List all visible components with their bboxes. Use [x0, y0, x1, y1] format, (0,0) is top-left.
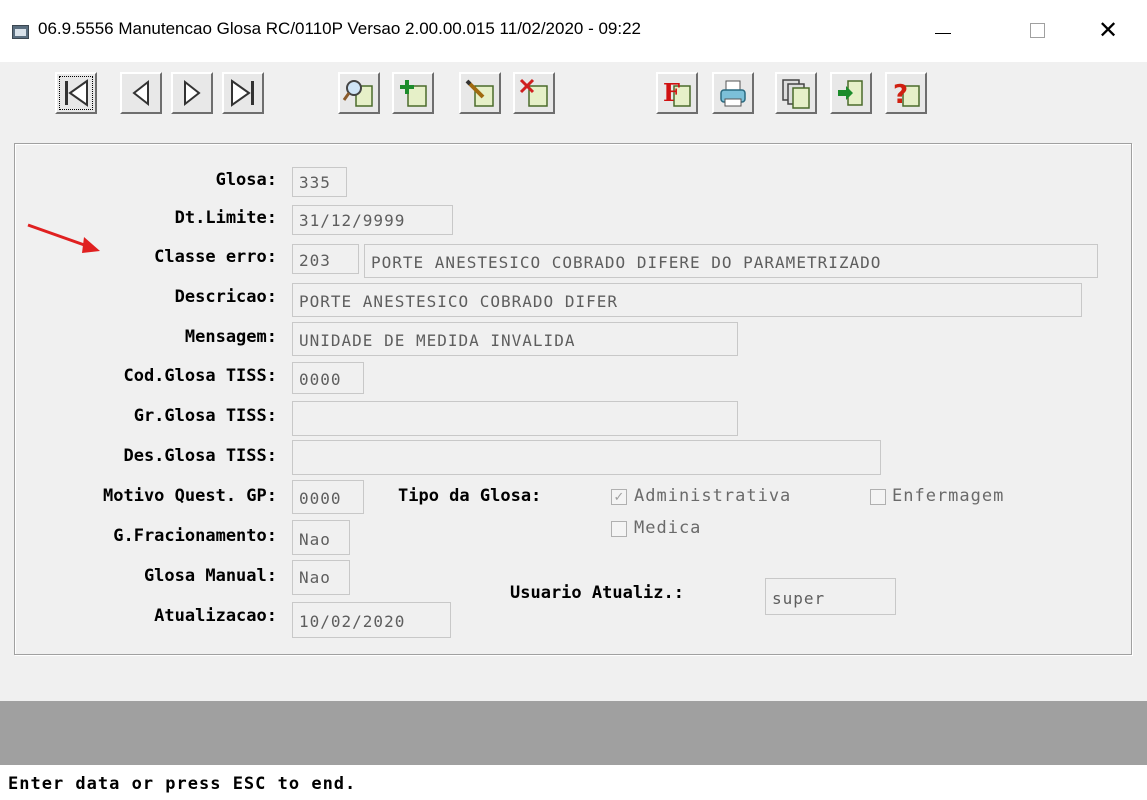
atualizacao-field[interactable]: 10/02/2020 — [292, 602, 451, 638]
search-button[interactable] — [338, 72, 380, 114]
medica-label: Medica — [634, 518, 702, 538]
dt-limite-label: Dt.Limite: — [174, 208, 277, 228]
medica-checkbox[interactable] — [611, 521, 627, 537]
classe-erro-code-field[interactable]: 203 — [292, 244, 359, 274]
usuario-atualiz-label: Usuario Atualiz.: — [510, 583, 684, 603]
cod-glosa-tiss-field[interactable]: 0000 — [292, 362, 364, 394]
motivo-quest-gp-field[interactable]: 0000 — [292, 480, 364, 514]
add-button[interactable] — [392, 72, 434, 114]
last-record-button[interactable] — [222, 72, 264, 114]
close-icon: ✕ — [1097, 16, 1119, 44]
glosa-field[interactable]: 335 — [292, 167, 347, 197]
delete-button[interactable] — [513, 72, 555, 114]
glosa-manual-label: Glosa Manual: — [143, 566, 277, 586]
exit-icon — [838, 80, 863, 106]
maximize-icon — [1029, 22, 1045, 38]
first-record-button[interactable] — [55, 72, 97, 114]
edit-button[interactable] — [459, 72, 501, 114]
filter-button[interactable]: F — [656, 72, 698, 114]
delete-icon — [519, 78, 548, 107]
edit-icon — [465, 79, 494, 107]
magnifier-icon — [342, 80, 373, 107]
toolbar: F ? — [0, 62, 1147, 134]
administrativa-checkbox[interactable]: ✓ — [611, 489, 627, 505]
last-icon — [231, 79, 254, 107]
glosa-label: Glosa: — [215, 170, 277, 190]
cod-glosa-tiss-label: Cod.Glosa TISS: — [123, 366, 277, 386]
mensagem-field[interactable]: UNIDADE DE MEDIDA INVALIDA — [292, 322, 738, 356]
copy-button[interactable] — [775, 72, 817, 114]
previous-record-button[interactable] — [120, 72, 162, 114]
help-icon: ? — [893, 80, 920, 110]
previous-icon — [132, 79, 149, 107]
checkmark-icon: ✓ — [613, 489, 625, 505]
add-icon — [400, 80, 427, 107]
message-area — [0, 701, 1147, 765]
status-message: Enter data or press ESC to end. — [8, 774, 357, 794]
first-icon — [65, 79, 88, 107]
copy-icon — [782, 79, 810, 109]
g-fracionamento-label: G.Fracionamento: — [113, 526, 277, 546]
enfermagem-label: Enfermagem — [892, 486, 1005, 506]
red-arrow-icon — [27, 223, 100, 253]
administrativa-label: Administrativa — [634, 486, 792, 506]
gr-glosa-tiss-field[interactable] — [292, 401, 738, 436]
glosa-manual-field[interactable]: Nao — [292, 560, 350, 595]
help-button[interactable]: ? — [885, 72, 927, 114]
tipo-glosa-label: Tipo da Glosa: — [398, 486, 542, 506]
next-record-button[interactable] — [171, 72, 213, 114]
next-icon — [184, 79, 201, 107]
descricao-label: Descricao: — [174, 287, 277, 307]
usuario-atualiz-field[interactable]: super — [765, 578, 896, 615]
minimize-icon — [935, 32, 951, 34]
gr-glosa-tiss-label: Gr.Glosa TISS: — [133, 406, 277, 426]
svg-text:?: ? — [893, 80, 908, 110]
atualizacao-label: Atualizacao: — [154, 606, 277, 626]
motivo-quest-gp-label: Motivo Quest. GP: — [103, 486, 277, 506]
mensagem-label: Mensagem: — [184, 327, 277, 347]
descricao-field[interactable]: PORTE ANESTESICO COBRADO DIFER — [292, 283, 1082, 317]
svg-text:F: F — [663, 78, 680, 107]
des-glosa-tiss-field[interactable] — [292, 440, 881, 475]
minimize-button[interactable] — [920, 12, 966, 48]
app-icon — [12, 25, 29, 39]
window-title: 06.9.5556 Manutencao Glosa RC/0110P Vers… — [38, 19, 642, 38]
filter-icon: F — [663, 78, 691, 107]
close-button[interactable]: ✕ — [1085, 12, 1131, 48]
printer-icon — [720, 80, 746, 107]
classe-erro-description-field: PORTE ANESTESICO COBRADO DIFERE DO PARAM… — [364, 244, 1098, 278]
enfermagem-checkbox[interactable] — [870, 489, 886, 505]
classe-erro-label: Classe erro: — [154, 247, 277, 267]
g-fracionamento-field[interactable]: Nao — [292, 520, 350, 555]
maximize-button[interactable] — [1014, 12, 1060, 48]
status-bar: Enter data or press ESC to end. — [0, 765, 1147, 800]
exit-button[interactable] — [830, 72, 872, 114]
dt-limite-field[interactable]: 31/12/9999 — [292, 205, 453, 235]
des-glosa-tiss-label: Des.Glosa TISS: — [123, 446, 277, 466]
title-bar: 06.9.5556 Manutencao Glosa RC/0110P Vers… — [0, 0, 1147, 62]
print-button[interactable] — [712, 72, 754, 114]
